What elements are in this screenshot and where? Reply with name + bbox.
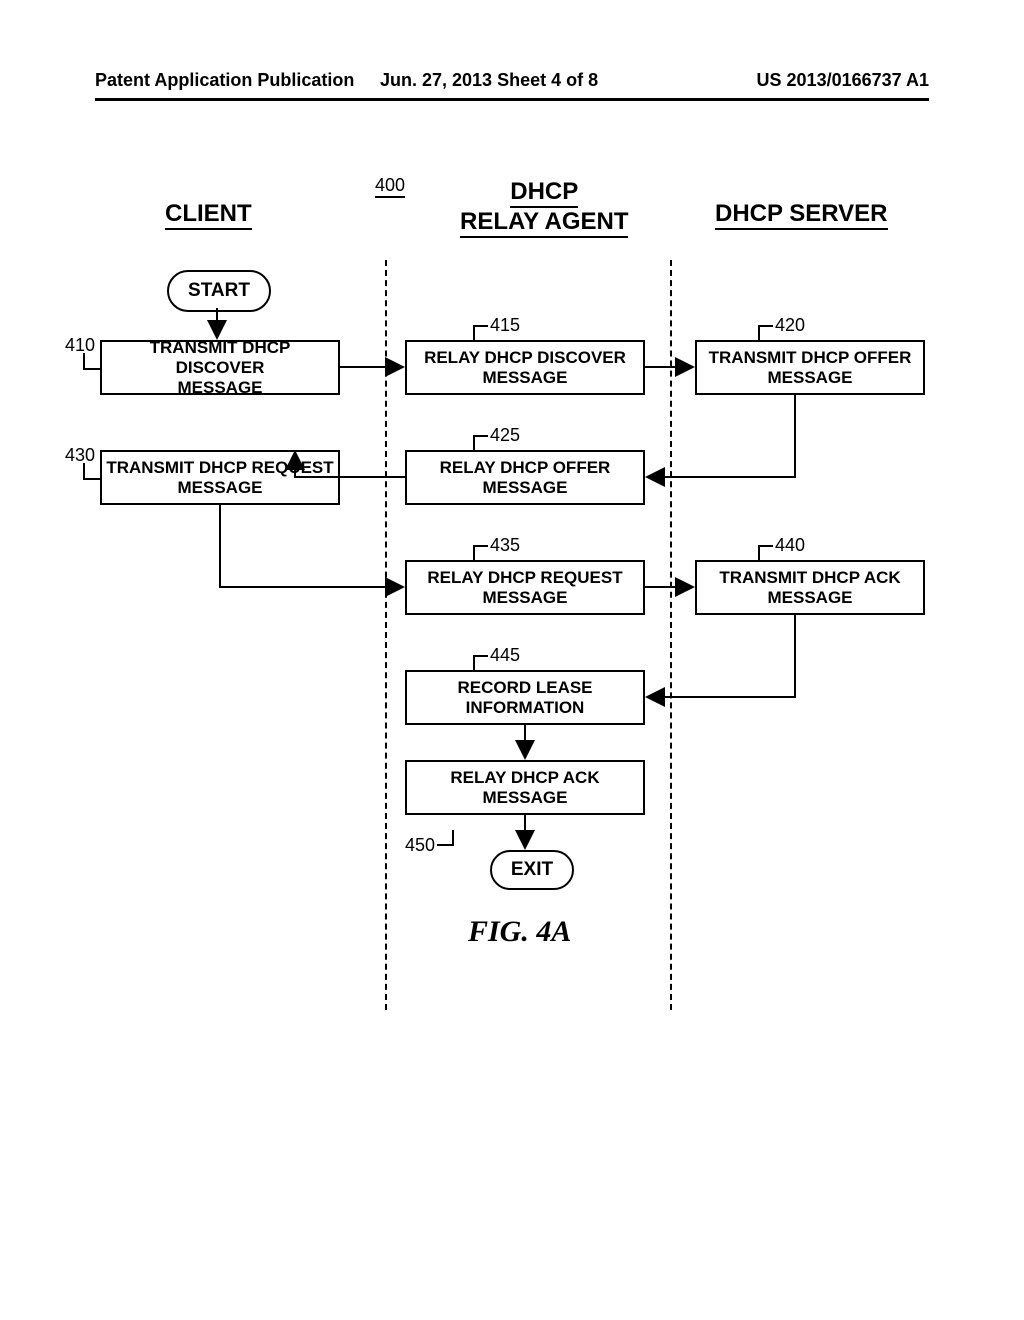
ref-410-conn — [83, 353, 85, 368]
header-rule — [95, 98, 929, 101]
page: Patent Application Publication Jun. 27, … — [0, 0, 1024, 1320]
ref-430: 430 — [65, 445, 95, 466]
header-right: US 2013/0166737 A1 — [757, 70, 929, 91]
header-center: Jun. 27, 2013 Sheet 4 of 8 — [380, 70, 598, 91]
arrows — [95, 140, 929, 1040]
diagram: 400 CLIENT DHCPRELAY AGENT DHCP SERVER S… — [95, 140, 929, 1200]
header-left: Patent Application Publication — [95, 70, 354, 91]
ref-410: 410 — [65, 335, 95, 356]
ref-430-conn — [83, 463, 85, 478]
